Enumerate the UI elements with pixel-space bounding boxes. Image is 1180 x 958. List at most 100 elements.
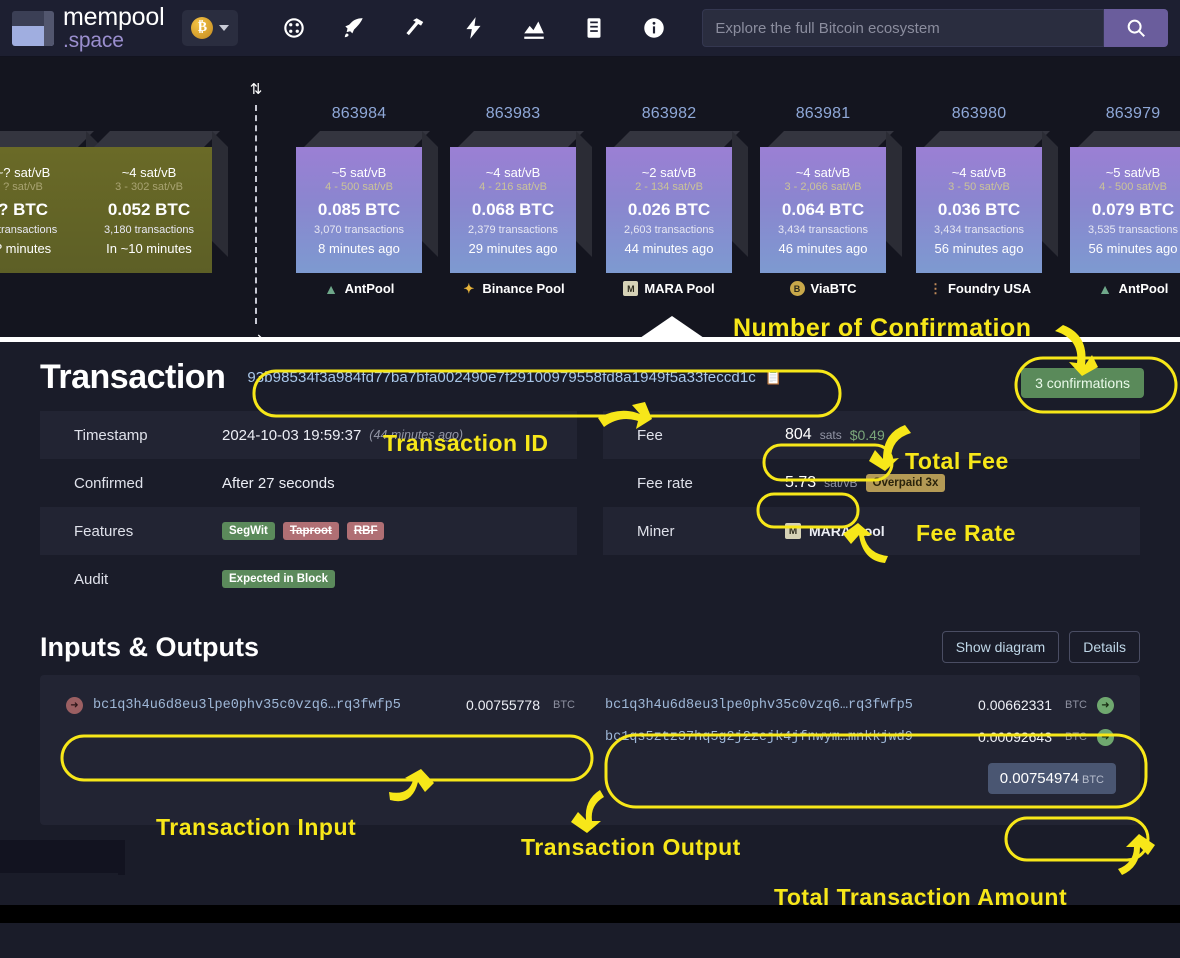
- list-item[interactable]: bc1q3h4u6d8eu3lpe0phv35c0vzq6…rq3fwfp5 0…: [597, 689, 1122, 721]
- block-tx-count: 3,070 transactions: [314, 223, 404, 236]
- list-item[interactable]: bc1qs5ztz37hq5g2j2zejk4jfnwym…mnkkjwd9 0…: [597, 721, 1122, 753]
- brand-tld: .space: [63, 29, 124, 52]
- block-height[interactable]: 863984: [296, 105, 422, 123]
- info-icon[interactable]: [624, 8, 684, 48]
- confirmed-block[interactable]: 863981 ~4 sat/vB 3 - 2,066 sat/vB 0.064 BTC…: [760, 105, 902, 296]
- pool-name: Foundry USA: [947, 281, 1032, 296]
- block-height[interactable]: 863979: [1070, 105, 1180, 123]
- block-age: 56 minutes ago: [1088, 240, 1178, 256]
- chevron-down-icon: [219, 25, 230, 31]
- block-fee-rate: ~2 sat/vB: [641, 164, 697, 180]
- pool-name: AntPool: [1118, 281, 1169, 296]
- row-label: Fee rate: [637, 474, 693, 492]
- output-amount: 0.00662331: [978, 697, 1052, 713]
- block-height[interactable]: 863982: [606, 105, 732, 123]
- block-pool[interactable]: ⋮ Foundry USA: [904, 281, 1054, 297]
- block-reward: 0.052 BTC: [107, 199, 191, 219]
- block-age: 8 minutes ago: [318, 240, 400, 256]
- block-fee-rate: ~4 sat/vB: [951, 164, 1007, 180]
- total-unit: BTC: [1082, 774, 1104, 786]
- block-pool[interactable]: ▲ AntPool: [284, 281, 434, 297]
- antpool-icon: ▲: [1098, 280, 1112, 297]
- status-badge: SegWit: [222, 522, 275, 540]
- block-height[interactable]: 863980: [916, 105, 1042, 123]
- block-eta: ? minutes: [0, 240, 52, 256]
- confirmed-block[interactable]: 863980 ~4 sat/vB 3 - 50 sat/vB 0.036 BTC 3,4…: [916, 105, 1058, 296]
- graphs-icon[interactable]: [504, 8, 564, 48]
- input-address[interactable]: bc1q3h4u6d8eu3lpe0phv35c0vzq6…rq3fwfp5: [93, 698, 456, 713]
- mempool-block[interactable]: ~? sat/vB? sat/vB ? BTC ? transactions ? mi…: [0, 131, 102, 273]
- pool-name: AntPool: [344, 281, 395, 296]
- sort-updown-icon: ⇅: [249, 81, 263, 98]
- output-address[interactable]: bc1q3h4u6d8eu3lpe0phv35c0vzq6…rq3fwfp5: [605, 698, 968, 713]
- annotation-fee-rate: Fee Rate: [916, 520, 1016, 546]
- lightning-icon[interactable]: [444, 8, 504, 48]
- fee-rate-amount: 5.73: [785, 474, 817, 491]
- search-input[interactable]: [702, 9, 1104, 47]
- annotation-txid: Transaction ID: [383, 430, 549, 456]
- total-amount-box: 0.00754974 BTC: [987, 763, 1116, 794]
- table-row: Features SegWit Taproot RBF: [40, 507, 577, 555]
- block-pool[interactable]: B ViaBTC: [748, 281, 898, 296]
- block-pool[interactable]: ✦ Binance Pool: [438, 280, 588, 297]
- annotation-tx-input: Transaction Input: [156, 814, 357, 840]
- row-label: Confirmed: [74, 474, 144, 492]
- search-button[interactable]: [1104, 9, 1168, 47]
- site-logo[interactable]: mempool .space: [12, 5, 165, 52]
- row-label: Timestamp: [74, 426, 148, 444]
- table-row: Miner M MARA Pool: [603, 507, 1140, 555]
- annotation-tx-output: Transaction Output: [521, 834, 741, 860]
- page-bottom-partial-row: [0, 873, 118, 885]
- confirmations-badge: 3 confirmations: [1021, 368, 1144, 398]
- feature-badges: SegWit Taproot RBF: [222, 522, 385, 540]
- block-fee-range: 3 - 2,066 sat/vB: [784, 180, 862, 193]
- table-row: Audit Expected in Block: [40, 555, 577, 603]
- pool-name: MARA Pool: [644, 281, 715, 296]
- pool-name: ViaBTC: [810, 281, 857, 296]
- output-address[interactable]: bc1qs5ztz37hq5g2j2zejk4jfnwym…mnkkjwd9: [605, 730, 968, 745]
- confirmed-block[interactable]: 863984 ~5 sat/vB 4 - 500 sat/vB 0.085 BTC 3,…: [296, 105, 438, 297]
- mining-hammer-icon[interactable]: [384, 8, 444, 48]
- block-reward: 0.079 BTC: [1091, 199, 1175, 219]
- docs-icon[interactable]: [564, 8, 624, 48]
- block-pool[interactable]: M MARA Pool: [594, 281, 744, 296]
- current-block-marker: [640, 316, 704, 338]
- network-selector[interactable]: ₿: [182, 10, 239, 46]
- mempool-block[interactable]: ~4 sat/vB 3 - 302 sat/vB 0.052 BTC 3,180 tr…: [86, 131, 228, 273]
- input-amount: 0.00755778: [466, 697, 540, 713]
- block-height[interactable]: 863981: [760, 105, 886, 123]
- block-reward: 0.036 BTC: [937, 199, 1021, 219]
- block-fee-range: 4 - 216 sat/vB: [479, 180, 547, 193]
- binance-icon: ✦: [463, 280, 475, 296]
- output-arrow-icon: ➜: [1097, 696, 1114, 714]
- block-tx-count: 3,434 transactions: [778, 223, 868, 236]
- output-unit: BTC: [1065, 731, 1087, 743]
- rocket-icon[interactable]: [324, 8, 384, 48]
- status-badge: RBF: [346, 522, 385, 540]
- transaction-id[interactable]: 93b98534f3a984fd77ba7bfa002490e7f2910097…: [247, 369, 756, 386]
- annotation-total-amount: Total Transaction Amount: [774, 884, 1068, 910]
- block-fee-range: ? sat/vB: [3, 180, 43, 193]
- details-button[interactable]: Details: [1069, 631, 1140, 663]
- confirmed-block[interactable]: 863983 ~4 sat/vB 4 - 216 sat/vB 0.068 BTC 2,…: [450, 105, 592, 296]
- inputs-list: ➜ bc1q3h4u6d8eu3lpe0phv35c0vzq6…rq3fwfp5…: [58, 689, 583, 807]
- copy-icon[interactable]: 📋: [765, 369, 782, 386]
- dashboard-icon[interactable]: [264, 8, 324, 48]
- confirmed-block[interactable]: 863982 ~2 sat/vB 2 - 134 sat/vB 0.026 BTC 2,…: [606, 105, 748, 296]
- io-buttons: Show diagram Details: [941, 631, 1140, 663]
- search-area: [702, 9, 1168, 47]
- show-diagram-button[interactable]: Show diagram: [941, 631, 1060, 663]
- viabtc-icon: B: [789, 281, 805, 296]
- transaction-details-table: Timestamp 2024-10-03 19:59:37 (44 minute…: [40, 411, 1140, 603]
- miner-name[interactable]: MARA Pool: [809, 523, 885, 539]
- mempool-blocks-divider: ⇅ ⇄: [243, 82, 269, 340]
- block-height[interactable]: 863983: [450, 105, 576, 123]
- page-title: Transaction: [40, 358, 226, 396]
- top-navbar: mempool .space ₿: [0, 0, 1180, 57]
- audit-badges: Expected in Block: [222, 570, 336, 588]
- io-panel: ➜ bc1q3h4u6d8eu3lpe0phv35c0vzq6…rq3fwfp5…: [40, 675, 1140, 825]
- block-pool[interactable]: ▲ AntPool: [1058, 280, 1180, 297]
- confirmed-block[interactable]: 863979 ~5 sat/vB 4 - 500 sat/vB 0.079 BTC 3,…: [1070, 105, 1180, 297]
- list-item[interactable]: ➜ bc1q3h4u6d8eu3lpe0phv35c0vzq6…rq3fwfp5…: [58, 689, 583, 721]
- annotation-confirmation: Number of Confirmation: [733, 314, 1032, 342]
